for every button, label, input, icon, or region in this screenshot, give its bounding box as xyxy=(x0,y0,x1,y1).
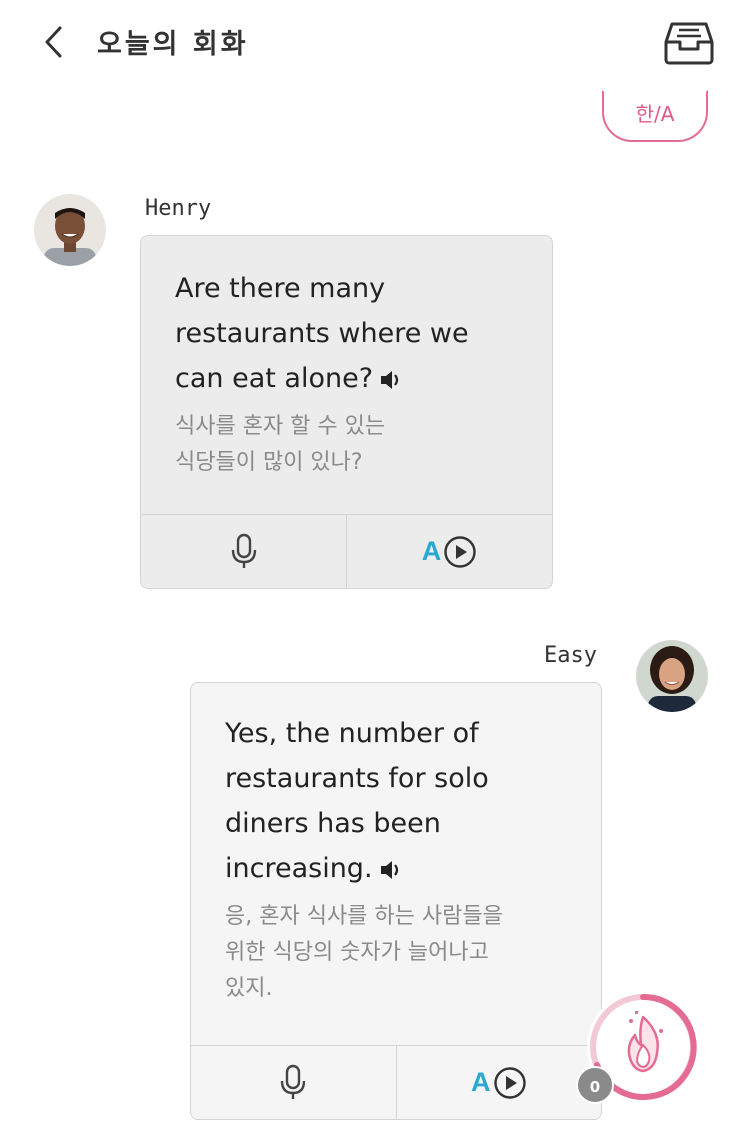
avatar-henry xyxy=(34,194,106,266)
speaker-icon[interactable] xyxy=(379,369,403,391)
page-title: 오늘의 회화 xyxy=(97,29,249,60)
avatar-easy xyxy=(636,640,708,712)
korean-line: 식사를 혼자 할 수 있는 xyxy=(175,414,386,439)
language-toggle-button[interactable]: 한/A xyxy=(602,90,708,142)
speaker-name: Easy xyxy=(544,643,597,668)
english-text: Are there many restaurants where we can … xyxy=(175,266,532,401)
english-line: Yes, the number of xyxy=(225,718,479,749)
korean-line: 응, 혼자 식사를 하는 사람들을 xyxy=(225,904,503,929)
english-line: restaurants where we xyxy=(175,318,469,349)
english-line: diners has been xyxy=(225,808,441,839)
message-bubble-easy: Yes, the number of restaurants for solo … xyxy=(190,682,602,1120)
korean-line: 위한 식당의 숫자가 늘어나고 xyxy=(225,940,489,965)
play-audio-button[interactable]: A xyxy=(395,1046,602,1119)
play-circle-icon xyxy=(493,1066,526,1099)
korean-text: 응, 혼자 식사를 하는 사람들을 위한 식당의 숫자가 늘어나고 있지. xyxy=(225,899,581,1007)
back-button[interactable] xyxy=(38,22,72,62)
play-label: A xyxy=(421,536,442,566)
inbox-button[interactable] xyxy=(664,20,714,66)
play-audio-button[interactable]: A xyxy=(346,515,552,588)
message-bubble-henry: Are there many restaurants where we can … xyxy=(140,235,553,589)
korean-text: 식사를 혼자 할 수 있는 식당들이 많이 있나? xyxy=(175,409,532,481)
microphone-icon xyxy=(281,1064,306,1099)
speaker-name: Henry xyxy=(145,196,212,221)
record-button[interactable] xyxy=(141,515,346,588)
bubble-actions: A xyxy=(191,1045,601,1119)
english-line: restaurants for solo xyxy=(225,763,489,794)
korean-line: 식당들이 많이 있나? xyxy=(175,450,363,475)
record-button[interactable] xyxy=(191,1046,396,1119)
english-line: can eat alone? xyxy=(175,356,532,401)
chevron-left-icon xyxy=(45,26,62,58)
count-badge: 0 xyxy=(576,1066,614,1104)
inbox-tray-icon xyxy=(664,22,714,65)
header: 오늘의 회화 xyxy=(0,0,743,86)
speaker-icon[interactable] xyxy=(379,859,403,881)
play-label: A xyxy=(471,1067,491,1097)
english-line: Are there many xyxy=(175,273,386,304)
microphone-icon xyxy=(231,533,256,568)
korean-line: 있지. xyxy=(225,976,273,1001)
bubble-actions: A xyxy=(141,514,552,588)
english-line: increasing. xyxy=(225,846,581,891)
play-circle-icon xyxy=(444,535,476,568)
english-text: Yes, the number of restaurants for solo … xyxy=(225,711,581,891)
